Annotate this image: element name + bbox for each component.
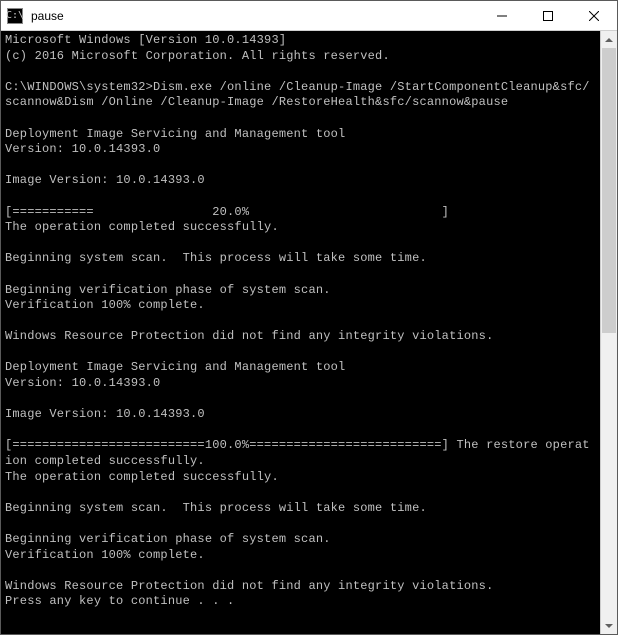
- window-controls: [479, 1, 617, 30]
- minimize-button[interactable]: [479, 1, 525, 30]
- close-button[interactable]: [571, 1, 617, 30]
- console-area: Microsoft Windows [Version 10.0.14393] (…: [1, 31, 617, 634]
- maximize-button[interactable]: [525, 1, 571, 30]
- console-output[interactable]: Microsoft Windows [Version 10.0.14393] (…: [1, 31, 600, 634]
- cmd-icon: C:\: [7, 8, 23, 24]
- scroll-thumb[interactable]: [602, 48, 616, 333]
- scroll-track[interactable]: [601, 48, 617, 617]
- window-title: pause: [29, 9, 479, 23]
- scroll-down-arrow[interactable]: [601, 617, 617, 634]
- vertical-scrollbar[interactable]: [600, 31, 617, 634]
- window-titlebar: C:\ pause: [1, 1, 617, 31]
- scroll-up-arrow[interactable]: [601, 31, 617, 48]
